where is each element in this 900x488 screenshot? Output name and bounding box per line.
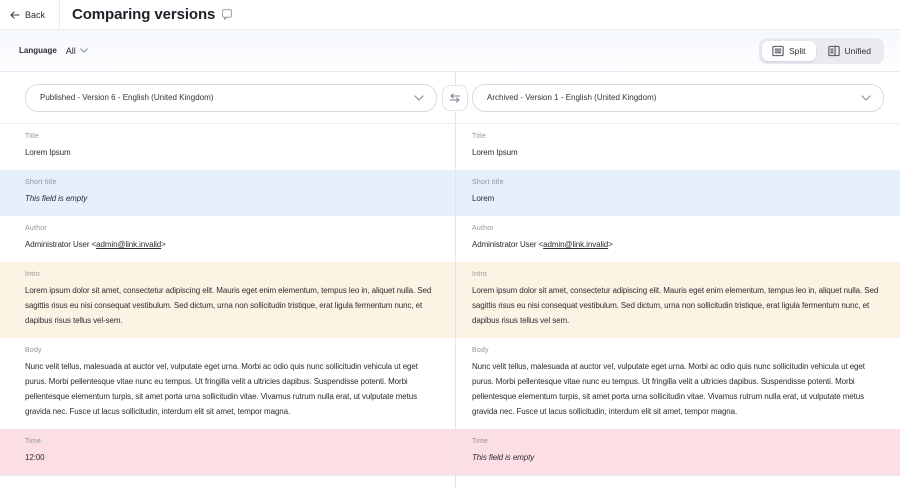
unified-view-icon [828, 45, 840, 57]
left-selector-cell: Published - Version 6 - English (United … [0, 84, 455, 112]
field-cell: Body Nunc velit tellus, malesuada at auc… [0, 338, 455, 429]
author-name: Administrator User < [25, 240, 96, 249]
unified-view-button[interactable]: Unified [818, 41, 881, 61]
field-value: Nunc velit tellus, malesuada at auctor v… [25, 359, 437, 419]
field-value: Lorem ipsum dolor sit amet, consectetur … [472, 283, 884, 328]
field-value: 12:00 [25, 450, 437, 465]
field-label: Title [472, 132, 884, 141]
field-label: Short title [25, 178, 437, 187]
field-cell: Title Lorem Ipsum [0, 124, 455, 170]
field-cell: Short title This field is empty [0, 170, 455, 216]
field-label: Time [472, 437, 884, 446]
language-filter: Language All [19, 46, 88, 56]
field-cell: Author Administrator User <admin@link.in… [0, 216, 455, 262]
field-value: Lorem [472, 191, 884, 206]
field-cell: Short title Lorem [455, 170, 900, 216]
field-cell: Time 12:00 [0, 429, 455, 475]
field-label: Intro [25, 270, 437, 279]
swap-versions-button[interactable] [442, 85, 468, 111]
author-suffix: > [608, 240, 613, 249]
field-label: Time [25, 437, 437, 446]
field-value: Administrator User <admin@link.invalid> [472, 237, 884, 252]
split-view-icon [772, 45, 784, 57]
chevron-down-icon [861, 95, 871, 101]
language-dropdown[interactable]: All [66, 46, 88, 56]
split-view-button[interactable]: Split [762, 41, 816, 61]
arrow-left-icon [10, 11, 20, 19]
chevron-down-icon [414, 95, 424, 101]
unified-view-label: Unified [845, 46, 871, 56]
author-suffix: > [161, 240, 166, 249]
back-button[interactable]: Back [0, 0, 59, 29]
field-cell: Intro Lorem ipsum dolor sit amet, consec… [0, 262, 455, 338]
field-label: Body [472, 346, 884, 355]
header-divider [59, 0, 60, 29]
field-label: Author [472, 224, 884, 233]
field-row-author: Author Administrator User <admin@link.in… [0, 216, 900, 262]
field-row-time: Time 12:00 Time This field is empty [0, 429, 900, 475]
field-label: Short title [472, 178, 884, 187]
comment-bubble-icon [222, 9, 232, 20]
field-row-title: Title Lorem Ipsum Title Lorem Ipsum [0, 124, 900, 170]
field-value: Lorem Ipsum [25, 145, 437, 160]
vertical-divider [455, 72, 456, 488]
right-selector-cell: Archived - Version 1 - English (United K… [455, 84, 900, 112]
field-value: Nunc velit tellus, malesuada at auctor v… [472, 359, 884, 419]
field-label: Intro [472, 270, 884, 279]
author-email-link[interactable]: admin@link.invalid [96, 240, 161, 249]
field-cell: Author Administrator User <admin@link.in… [455, 216, 900, 262]
field-label: Title [25, 132, 437, 141]
compare-toolbar: Language All Split Unified [0, 30, 900, 72]
field-value: Lorem Ipsum [472, 145, 884, 160]
right-version-value: Archived - Version 1 - English (United K… [487, 93, 656, 102]
field-label: Author [25, 224, 437, 233]
field-cell: Intro Lorem ipsum dolor sit amet, consec… [455, 262, 900, 338]
top-header-bar: Back Comparing versions [0, 0, 900, 30]
field-cell: Time This field is empty [455, 429, 900, 475]
field-label: Body [25, 346, 437, 355]
right-version-dropdown[interactable]: Archived - Version 1 - English (United K… [472, 84, 884, 112]
left-version-dropdown[interactable]: Published - Version 6 - English (United … [25, 84, 437, 112]
field-row-body: Body Nunc velit tellus, malesuada at auc… [0, 338, 900, 429]
compare-panel: Published - Version 6 - English (United … [0, 72, 900, 488]
left-version-value: Published - Version 6 - English (United … [40, 93, 213, 102]
field-row-short-title: Short title This field is empty Short ti… [0, 170, 900, 216]
swap-horizontal-icon [449, 93, 461, 103]
field-value-empty: This field is empty [472, 450, 884, 465]
language-value: All [66, 46, 76, 56]
language-label: Language [19, 46, 57, 55]
page-title: Comparing versions [72, 6, 215, 23]
field-value-empty: This field is empty [25, 191, 437, 206]
bottom-spacer [0, 475, 900, 488]
field-cell: Body Nunc velit tellus, malesuada at auc… [455, 338, 900, 429]
view-mode-toggle: Split Unified [759, 38, 884, 64]
chevron-down-icon [80, 48, 88, 53]
author-name: Administrator User < [472, 240, 543, 249]
back-label: Back [25, 10, 45, 20]
author-email-link[interactable]: admin@link.invalid [543, 240, 608, 249]
field-value: Administrator User <admin@link.invalid> [25, 237, 437, 252]
field-row-intro: Intro Lorem ipsum dolor sit amet, consec… [0, 262, 900, 338]
field-value: Lorem ipsum dolor sit amet, consectetur … [25, 283, 437, 328]
field-cell: Title Lorem Ipsum [455, 124, 900, 170]
version-selector-row: Published - Version 6 - English (United … [0, 72, 900, 124]
split-view-label: Split [789, 46, 806, 56]
